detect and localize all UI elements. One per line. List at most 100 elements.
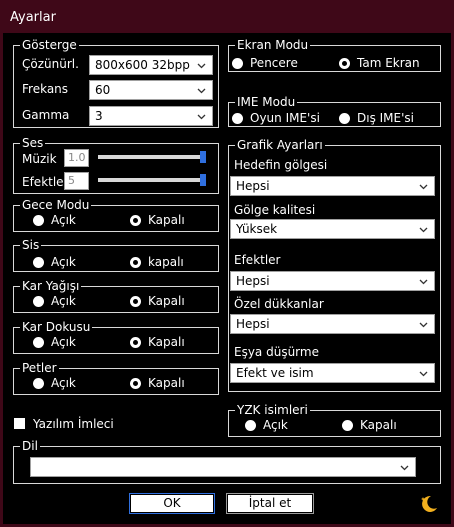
chevron-down-icon [419,227,428,233]
npc-names-off-radio[interactable]: Kapalı [342,418,397,432]
frequency-label: Frekans [22,82,69,96]
music-label: Müzik [22,152,57,166]
ime-mode-game-radio[interactable]: Oyun IME'si [232,111,320,125]
effects-value-box[interactable]: 5 [64,172,89,190]
radio-dot [130,214,141,226]
radio-label: Kapalı [148,335,185,349]
screen-mode-legend: Ekran Modu [235,38,311,52]
radio-dot [342,419,353,431]
radio-label: Kapalı [360,418,397,432]
shadow-quality-label: Gölge kalitesi [234,203,316,217]
radio-dot [130,295,141,307]
private-shops-value: Hepsi [236,317,270,331]
shadow-quality-select[interactable]: Yüksek [230,219,435,239]
moon-icon[interactable] [418,493,440,515]
screen-mode-window-radio[interactable]: Pencere [232,56,298,70]
npc-names-on-radio[interactable]: Açık [245,418,288,432]
item-drop-value: Efekt ve isim [236,366,314,380]
snowfall-off-radio[interactable]: Kapalı [130,294,185,308]
radio-dot [33,214,44,226]
chevron-down-icon [419,184,428,190]
snow-texture-legend: Kar Dokusu [20,320,93,334]
radio-label: Kapalı [148,376,185,390]
radio-dot [232,112,243,124]
resolution-value: 800x600 32bpp [95,58,190,72]
petals-off-radio[interactable]: Kapalı [130,376,185,390]
radio-dot [33,336,44,348]
radio-label: Kapalı [148,294,185,308]
ok-button[interactable]: OK [129,493,215,514]
music-slider-track[interactable] [98,155,206,159]
radio-label: Oyun IME'si [250,111,320,125]
effects-slider-track[interactable] [98,178,206,182]
gamma-select[interactable]: 3 [89,106,213,126]
chevron-down-icon [197,88,206,94]
radio-label: Açık [51,213,76,227]
target-shadow-select[interactable]: Hepsi [230,176,435,196]
radio-label: kapalı [148,255,184,269]
snow-texture-on-radio[interactable]: Açık [33,335,76,349]
radio-label: Tam Ekran [357,56,420,70]
radio-label: Açık [51,376,76,390]
language-select[interactable] [30,457,416,477]
music-value-box[interactable]: 1.0 [64,149,89,167]
npc-names-legend: YZK isimleri [235,403,310,417]
chevron-down-icon [197,114,206,120]
chevron-down-icon [197,63,206,69]
effects-volume-label: Efektler [22,175,69,189]
snow-texture-off-radio[interactable]: Kapalı [130,335,185,349]
chevron-down-icon [419,322,428,328]
effects-slider-thumb[interactable] [200,174,206,186]
radio-dot [130,256,141,268]
radio-dot [339,57,350,69]
radio-label: Açık [263,418,288,432]
chevron-down-icon [400,465,409,471]
radio-label: Dış IME'si [357,111,414,125]
radio-label: Açık [51,255,76,269]
graphics-effects-label: Efektler [234,253,281,267]
graphics-effects-select[interactable]: Hepsi [230,271,435,291]
night-mode-off-radio[interactable]: Kapalı [130,213,185,227]
item-drop-label: Eşya düşürme [234,345,319,359]
ime-mode-legend: IME Modu [235,95,298,109]
radio-dot [130,336,141,348]
petals-on-radio[interactable]: Açık [33,376,76,390]
snowfall-legend: Kar Yağışı [20,279,82,293]
item-drop-select[interactable]: Efekt ve isim [230,363,435,383]
music-slider-thumb[interactable] [200,151,206,163]
private-shops-select[interactable]: Hepsi [230,314,435,334]
effects-value: 5 [68,174,75,187]
ime-mode-external-radio[interactable]: Dış IME'si [339,111,414,125]
radio-label: Açık [51,335,76,349]
radio-dot [232,57,243,69]
target-shadow-value: Hepsi [236,179,270,193]
snowfall-on-radio[interactable]: Açık [33,294,76,308]
petals-legend: Petler [20,361,59,375]
language-legend: Dil [20,439,40,453]
graphics-legend: Grafik Ayarları [235,138,325,152]
radio-dot [33,377,44,389]
radio-dot [33,295,44,307]
resolution-label: Çözünürl. [22,57,79,71]
screen-mode-fullscreen-radio[interactable]: Tam Ekran [339,56,420,70]
radio-dot [339,112,350,124]
radio-label: Kapalı [148,213,185,227]
radio-dot [245,419,256,431]
sound-legend: Ses [20,136,46,150]
resolution-select[interactable]: 800x600 32bpp [89,55,213,75]
night-mode-legend: Gece Modu [20,198,92,212]
cancel-button[interactable]: İptal et [226,493,314,514]
radio-dot [33,256,44,268]
shadow-quality-value: Yüksek [236,222,278,236]
software-cursor-checkbox[interactable] [14,418,25,429]
gamma-value: 3 [95,109,103,123]
display-legend: Gösterge [20,38,79,52]
fog-off-radio[interactable]: kapalı [130,255,184,269]
chevron-down-icon [419,279,428,285]
fog-on-radio[interactable]: Açık [33,255,76,269]
radio-dot [130,377,141,389]
title-bar: Ayarlar [3,3,451,33]
night-mode-on-radio[interactable]: Açık [33,213,76,227]
frequency-select[interactable]: 60 [89,80,213,100]
gamma-label: Gamma [22,108,70,122]
